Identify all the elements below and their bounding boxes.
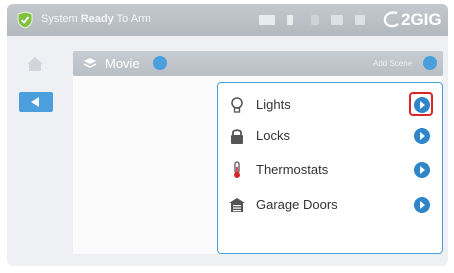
thermostats-go-button[interactable] (414, 162, 430, 178)
menu-item-label: Thermostats (256, 162, 329, 177)
lock-icon (231, 129, 243, 144)
brand-logo: 2GIG (381, 8, 442, 32)
volume-icon[interactable] (331, 15, 343, 25)
scene-name: Movie (105, 56, 140, 71)
scene-stack-icon (83, 58, 97, 68)
garage-doors-go-button[interactable] (414, 197, 430, 213)
brand-name: 2GIG (401, 10, 442, 29)
menu-item-label: Garage Doors (256, 197, 338, 212)
menu-item-locks[interactable]: Locks (218, 125, 442, 147)
menu-item-thermostats[interactable]: Thermostats (218, 159, 442, 181)
back-button[interactable] (19, 92, 53, 112)
add-scene-label[interactable]: Add Scene (373, 59, 412, 68)
messages-icon[interactable] (259, 15, 275, 25)
menu-item-label: Locks (256, 128, 290, 143)
device-category-menu: Lights Locks Thermostats Garage Doors (217, 82, 443, 254)
lightbulb-icon (231, 97, 243, 113)
panel-screen: System Ready To Arm 2GIG Movie Add Scene (7, 4, 448, 266)
status-bar: System Ready To Arm 2GIG (7, 4, 448, 36)
battery-icon (287, 15, 293, 25)
add-scene-icon[interactable] (423, 56, 437, 70)
thermometer-icon (234, 161, 240, 178)
shield-icon (17, 11, 33, 29)
system-status-text: System Ready To Arm (41, 13, 151, 25)
menu-item-label: Lights (256, 97, 291, 112)
lights-go-button[interactable] (414, 97, 430, 113)
menu-item-lights[interactable]: Lights (218, 92, 442, 116)
home-icon[interactable] (25, 54, 45, 74)
network-icon (355, 15, 365, 25)
scene-header: Movie Add Scene (73, 51, 443, 76)
edit-scene-icon[interactable] (153, 56, 167, 70)
menu-item-garage-doors[interactable]: Garage Doors (218, 194, 442, 216)
signal-icon (311, 15, 319, 25)
locks-go-button[interactable] (414, 128, 430, 144)
garage-icon (229, 198, 245, 212)
brand-swirl-icon (383, 11, 399, 28)
